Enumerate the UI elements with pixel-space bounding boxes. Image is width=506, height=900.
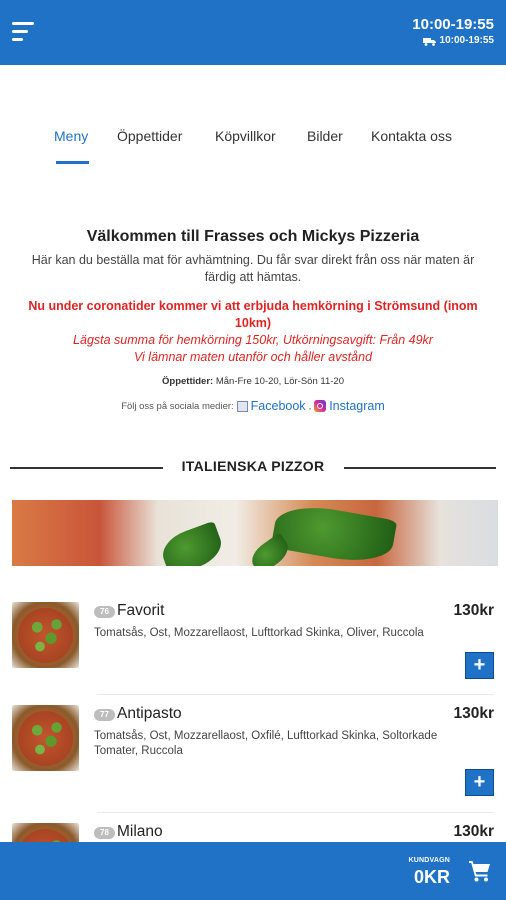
menu-item: 77 Antipasto 130kr Tomatsås, Ost, Mozzar… <box>12 705 494 797</box>
item-price: 130kr <box>453 705 494 722</box>
section-line-right <box>344 467 496 469</box>
item-name: Milano <box>117 823 163 840</box>
welcome-title: Välkommen till Frasses och Mickys Pizzer… <box>86 228 420 245</box>
corona-notice: Nu under coronatider kommer vi att erbju… <box>28 299 478 330</box>
menu-item: 78 Milano 130kr <box>12 823 494 842</box>
delivery-terms: Lägsta summa för hemkörning 150kr, Utkör… <box>73 333 433 347</box>
shopping-cart-icon[interactable] <box>468 859 492 883</box>
item-name: Antipasto <box>117 705 182 722</box>
instagram-icon <box>314 400 327 412</box>
section-title: ITALIENSKA PIZZOR <box>181 458 325 474</box>
top-bar: 10:00-19:55 10:00-19:55 <box>0 0 506 65</box>
tab-kopvillkor[interactable]: Köpvillkor <box>215 128 276 144</box>
opening-hours-value: Mån-Fre 10-20, Lör-Sön 11-20 <box>215 376 344 387</box>
item-number-badge: 78 <box>94 827 115 839</box>
pickup-hours: 10:00-19:55 <box>412 16 494 33</box>
instagram-link[interactable]: Instagram <box>329 399 385 413</box>
delivery-hours: 10:00-19:55 <box>439 35 494 46</box>
tab-meny[interactable]: Meny <box>54 128 88 144</box>
item-description: Tomatsås, Ost, Mozzarellaost, Lufttorkad… <box>94 627 424 639</box>
facebook-link[interactable]: Facebook <box>251 399 306 413</box>
pizza-thumbnail <box>12 602 79 668</box>
add-to-cart-button[interactable]: + <box>465 769 494 796</box>
section-header: ITALIENSKA PIZZOR <box>0 458 506 478</box>
delivery-hours-row: 10:00-19:55 <box>412 34 494 48</box>
opening-hours-text: Öppettider: Mån-Fre 10-20, Lör-Sön 11-20 <box>20 376 486 387</box>
tab-bilder[interactable]: Bilder <box>307 128 343 144</box>
cart-total: 0KR <box>413 867 450 887</box>
hamburger-icon[interactable] <box>12 22 34 42</box>
social-label: Följ oss på sociala medier: <box>121 400 234 412</box>
item-price: 130kr <box>453 602 494 619</box>
cart-bar[interactable]: KUNDVAGN 0KR <box>0 842 506 900</box>
item-description: Tomatsås, Ost, Mozzarellaost, Oxfilé, Lu… <box>94 730 438 757</box>
welcome-description: Här kan du beställa mat för avhämtning. … <box>31 253 475 284</box>
delivery-note: Vi lämnar maten utanför och håller avstå… <box>133 350 373 364</box>
social-links: Följ oss på sociala medier: Facebook, In… <box>20 399 486 413</box>
tab-oppettider[interactable]: Öppettider <box>117 128 182 144</box>
facebook-icon <box>236 400 248 412</box>
nav-tabs: Meny Öppettider Köpvillkor Bilder Kontak… <box>0 128 506 168</box>
item-divider <box>97 694 494 695</box>
item-number-badge: 76 <box>94 606 115 618</box>
truck-icon <box>422 37 436 46</box>
opening-hours-label: Öppettider: <box>162 376 214 387</box>
social-separator: , <box>308 400 312 412</box>
item-number-badge: 77 <box>94 709 115 721</box>
item-price: 130kr <box>453 823 494 840</box>
cart-label: KUNDVAGN <box>408 857 450 864</box>
welcome-section: Välkommen till Frasses och Mickys Pizzer… <box>20 228 486 413</box>
item-name: Favorit <box>117 602 165 619</box>
menu-item: 76 Favorit 130kr Tomatsås, Ost, Mozzarel… <box>12 602 494 682</box>
tab-kontakta-oss[interactable]: Kontakta oss <box>371 128 452 144</box>
pizza-banner-image <box>12 500 498 566</box>
pizza-thumbnail <box>12 705 79 771</box>
add-to-cart-button[interactable]: + <box>465 652 494 679</box>
active-tab-indicator <box>56 161 89 164</box>
opening-hours: 10:00-19:55 10:00-19:55 <box>412 16 494 48</box>
pizza-thumbnail <box>12 823 79 842</box>
item-divider <box>97 812 494 813</box>
